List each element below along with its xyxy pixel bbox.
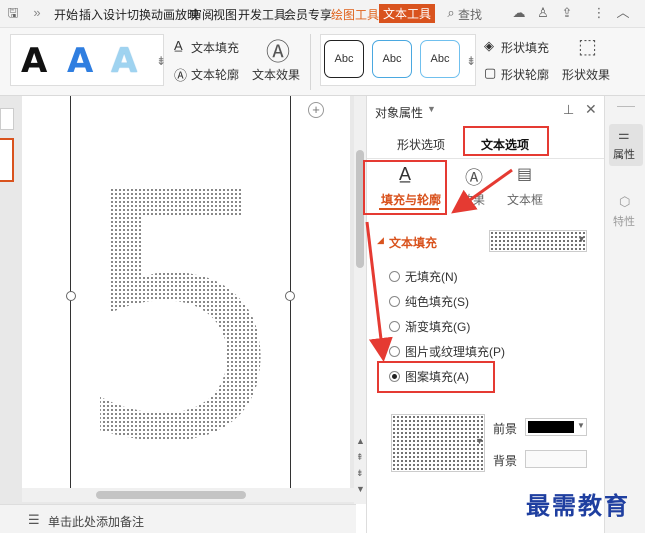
arrow-to-fill-outline [451, 168, 513, 214]
features-icon: ⬡ [619, 194, 631, 209]
properties-icon: ⚌ [618, 127, 630, 142]
right-sidebar: ⚌ 属性 ⬡ 特性 [604, 96, 645, 533]
features-label: 特性 [613, 216, 635, 228]
arrow-to-pattern-fill [365, 221, 393, 362]
annotation-arrows [365, 168, 513, 362]
sidebar-item-properties[interactable]: ⚌ 属性 [609, 124, 643, 166]
properties-label: 属性 [613, 149, 635, 161]
sidebar-item-features[interactable]: ⬡ 特性 [609, 192, 643, 234]
watermark-logo: 最需教育 [526, 491, 630, 520]
sidebar-handle [617, 106, 635, 107]
